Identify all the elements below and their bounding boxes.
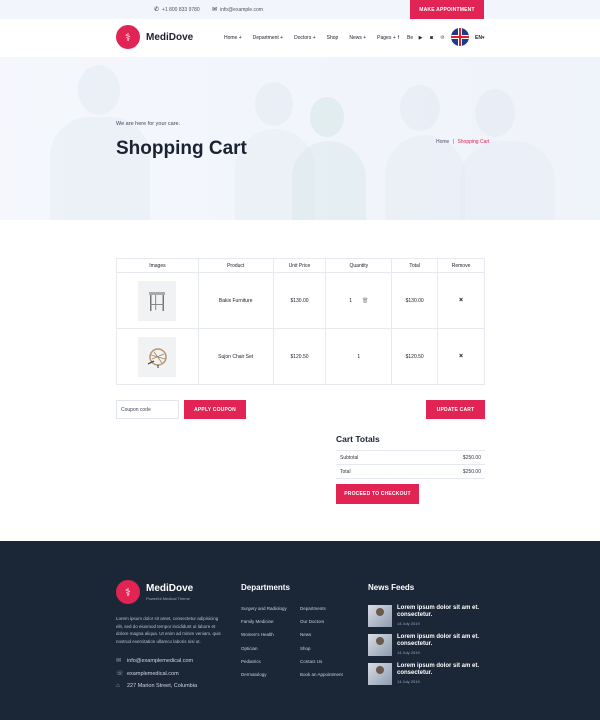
youtube-icon[interactable]: ▶ <box>418 35 423 41</box>
col-unit-price: Unit Price <box>272 258 327 273</box>
unit-price: $130.00 <box>272 272 327 329</box>
col-total: Total <box>391 258 439 273</box>
email-icon: ✉ <box>212 7 218 13</box>
trash-icon[interactable]: 🗑 <box>362 298 368 304</box>
col-product: Product <box>197 258 274 273</box>
footer-link[interactable]: Dermatology <box>241 672 267 677</box>
news-thumbnail[interactable] <box>368 605 392 627</box>
departments-heading: Departments <box>241 583 290 592</box>
nav-doctors[interactable]: Doctors + <box>294 35 316 41</box>
product-name[interactable]: Sujon Chair Set <box>197 328 274 385</box>
footer-link[interactable]: Contact Us <box>300 659 322 664</box>
remove-icon[interactable]: × <box>459 297 463 304</box>
footer-email[interactable]: ✉ info@examplemedical.com <box>116 657 193 665</box>
remove-icon[interactable]: × <box>459 353 463 360</box>
footer-about: Lorem ipsum dolor sit amet, consectetur … <box>116 616 221 644</box>
footer-link[interactable]: Our Doctors <box>300 619 324 624</box>
topbar-email[interactable]: ✉ info@example.com <box>212 6 263 14</box>
topbar-phone[interactable]: ✆ +1 800 833 9780 <box>154 6 200 14</box>
cart-totals-title: Cart Totals <box>336 434 380 444</box>
row-total: $130.00 <box>391 272 439 329</box>
footer-link[interactable]: Women's Health <box>241 632 274 637</box>
breadcrumb: Home | Shopping Cart <box>436 139 490 145</box>
make-appointment-button[interactable]: MAKE APPOINTMENT <box>410 0 484 19</box>
proceed-to-checkout-button[interactable]: PROCEED TO CHECKOUT <box>336 484 419 504</box>
cart-table: Images Product Unit Price Quantity Total… <box>116 258 485 385</box>
top-bar: ✆ +1 800 833 9780 ✉ info@example.com MAK… <box>0 0 600 19</box>
instagram-icon[interactable]: ◙ <box>429 35 434 41</box>
footer-phone[interactable]: ☏ examplemedical.com <box>116 670 179 678</box>
news-thumbnail[interactable] <box>368 663 392 685</box>
main-nav: Home + Department + Doctors + Shop News … <box>224 35 407 41</box>
phone-icon: ☏ <box>116 671 124 677</box>
footer-link[interactable]: Book an Appointment <box>300 672 343 677</box>
breadcrumb-current: Shopping Cart <box>457 139 490 145</box>
hero-banner <box>0 57 600 220</box>
col-remove: Remove <box>437 258 485 273</box>
table-row: Sujon Chair Set $120.50 1 $120.50 × <box>116 328 485 385</box>
footer-link[interactable]: Pediatrics <box>241 659 261 664</box>
nav-pages[interactable]: Pages + <box>377 35 396 41</box>
facebook-icon[interactable]: f <box>396 35 401 41</box>
location-icon: ⌂ <box>116 683 120 689</box>
subtotal-value: $250.00 <box>410 450 485 465</box>
news-item[interactable]: Lorem ipsum dolor sit am et. consectetur… <box>368 663 497 685</box>
quantity-input[interactable]: 1 <box>349 298 352 304</box>
footer-link[interactable]: Optician <box>241 646 258 651</box>
apply-coupon-button[interactable]: APPLY COUPON <box>184 400 246 419</box>
cart-totals-table: Subtotal $250.00 Total $250.00 <box>336 450 485 479</box>
language-selector[interactable]: EN▾ <box>475 35 484 41</box>
product-name[interactable]: Bakix Furniture <box>197 272 274 329</box>
footer-link[interactable]: Family Medicine <box>241 619 274 624</box>
nav-news[interactable]: News + <box>349 35 366 41</box>
news-item[interactable]: Lorem ipsum dolor sit am et. consectetur… <box>368 605 497 627</box>
update-cart-button[interactable]: UPDATE CART <box>426 400 485 419</box>
pinterest-icon[interactable]: ℗ <box>440 35 445 41</box>
footer-link[interactable]: Departments <box>300 606 326 611</box>
table-row: Bakix Furniture $130.00 1 🗑 $130.00 × <box>116 272 485 329</box>
total-row: Total $250.00 <box>336 464 485 479</box>
nav-home[interactable]: Home + <box>224 35 242 41</box>
footer-logo-icon[interactable]: ⚕ <box>116 580 140 604</box>
footer-link[interactable]: News <box>300 632 311 637</box>
logo-icon[interactable]: ⚕ <box>116 25 140 49</box>
unit-price: $120.50 <box>272 328 327 385</box>
footer-logo[interactable]: MediDove <box>146 583 193 594</box>
total-value: $250.00 <box>410 464 485 479</box>
footer-address: ⌂ 227 Marion Street, Columbia <box>116 683 198 689</box>
email-icon: ✉ <box>116 658 122 664</box>
phone-icon: ✆ <box>154 7 160 13</box>
col-quantity: Quantity <box>325 258 393 273</box>
uk-flag-icon[interactable] <box>451 28 469 46</box>
product-image-chair[interactable] <box>138 336 177 377</box>
nav-shop[interactable]: Shop <box>327 35 339 41</box>
nav-department[interactable]: Department + <box>253 35 283 41</box>
col-images: Images <box>116 258 199 273</box>
behance-icon[interactable]: Be <box>407 35 413 41</box>
news-thumbnail[interactable] <box>368 634 392 656</box>
product-image-stool[interactable] <box>138 280 177 321</box>
page-title: Shopping Cart <box>116 138 247 159</box>
row-total: $120.50 <box>391 328 439 385</box>
subtotal-row: Subtotal $250.00 <box>336 450 485 465</box>
social-links: f Be ▶ ◙ ℗ <box>396 35 445 41</box>
footer-tagline: Powerful Medical Theme <box>146 596 190 601</box>
footer <box>0 541 600 720</box>
cart-header-row: Images Product Unit Price Quantity Total… <box>116 258 485 273</box>
logo[interactable]: MediDove <box>146 32 193 43</box>
news-item[interactable]: Lorem ipsum dolor sit am et. consectetur… <box>368 634 497 656</box>
footer-link[interactable]: Shop <box>300 646 311 651</box>
breadcrumb-home[interactable]: Home <box>436 139 449 145</box>
footer-link[interactable]: Surgery and Radiology <box>241 606 287 611</box>
hero-subtitle: We are here for your care. <box>116 121 181 127</box>
news-feeds-heading: News Feeds <box>368 583 415 592</box>
coupon-input[interactable]: Coupon code <box>116 400 179 419</box>
quantity-input[interactable]: 1 <box>357 354 360 360</box>
